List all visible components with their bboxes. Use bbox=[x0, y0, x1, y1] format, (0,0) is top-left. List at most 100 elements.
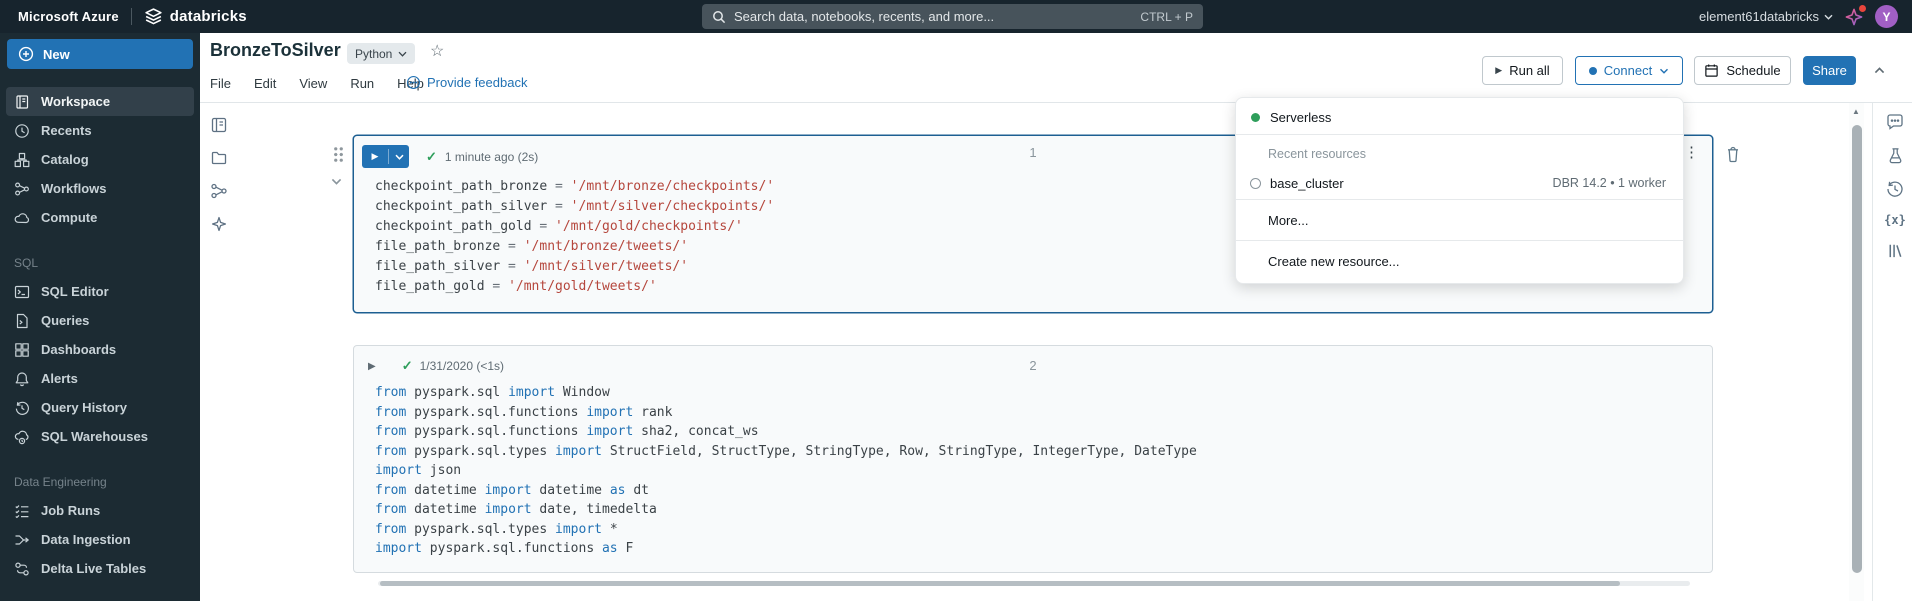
feedback-bubble-icon bbox=[406, 75, 421, 90]
run-cell-button[interactable]: ▶ bbox=[362, 145, 409, 168]
notebook-title[interactable]: BronzeToSilver bbox=[210, 40, 341, 61]
cell-run-status: 1 minute ago (2s) bbox=[445, 150, 538, 164]
sidebar-item-alerts[interactable]: Alerts bbox=[6, 364, 194, 393]
chevron-down-icon bbox=[1659, 68, 1669, 74]
run-all-button[interactable]: ▶ Run all bbox=[1482, 56, 1563, 85]
connect-button[interactable]: Connect bbox=[1575, 56, 1683, 85]
sidebar-item-workflows[interactable]: Workflows bbox=[6, 174, 194, 203]
history-icon bbox=[14, 400, 30, 416]
search-icon bbox=[712, 10, 726, 24]
sidebar-item-queries[interactable]: Queries bbox=[6, 306, 194, 335]
menu-item-base-cluster[interactable]: base_cluster DBR 14.2 • 1 worker bbox=[1236, 167, 1683, 199]
comments-icon[interactable] bbox=[1885, 112, 1905, 132]
sidebar-item-label: Compute bbox=[41, 210, 97, 225]
cell-collapse-caret[interactable] bbox=[331, 178, 342, 185]
cell-toolbar: ▶ ✓ 1/31/2020 (<1s) 2 bbox=[354, 346, 1712, 374]
language-selector[interactable]: Python bbox=[347, 43, 415, 64]
connect-dropdown: Serverless Recent resources base_cluster… bbox=[1235, 97, 1684, 284]
play-icon[interactable]: ▶ bbox=[368, 361, 376, 372]
horizontal-scrollbar[interactable] bbox=[378, 581, 1690, 586]
code-line[interactable]: import pyspark.sql.functions as F bbox=[375, 539, 1712, 559]
lineage-icon[interactable] bbox=[210, 182, 228, 200]
sidebar-item-job-runs[interactable]: Job Runs bbox=[6, 496, 194, 525]
share-button[interactable]: Share bbox=[1803, 56, 1856, 85]
play-icon[interactable]: ▶ bbox=[362, 151, 388, 162]
provide-feedback-link[interactable]: Provide feedback bbox=[406, 75, 527, 90]
sidebar-item-label: Workflows bbox=[41, 181, 107, 196]
sidebar-item-recents[interactable]: Recents bbox=[6, 116, 194, 145]
favorite-star-icon[interactable]: ☆ bbox=[430, 41, 444, 61]
chevron-down-icon bbox=[1824, 14, 1833, 20]
left-sidebar: New Workspace RecentsCatalog Workflows Comp… bbox=[0, 33, 200, 601]
serverless-status-dot bbox=[1251, 113, 1260, 122]
sidebar-item-workspace[interactable]: Workspace bbox=[6, 87, 194, 116]
menu-view[interactable]: View bbox=[299, 76, 327, 91]
right-rail: {x} bbox=[1878, 112, 1912, 260]
code-line[interactable]: import json bbox=[375, 461, 1712, 481]
sidebar-item-query-history[interactable]: Query History bbox=[6, 393, 194, 422]
scrollbar-thumb[interactable] bbox=[1852, 125, 1862, 573]
global-search-input[interactable]: Search data, notebooks, recents, and mor… bbox=[702, 4, 1203, 29]
menu-run[interactable]: Run bbox=[350, 76, 374, 91]
scrollbar-thumb[interactable] bbox=[380, 581, 1620, 586]
library-icon[interactable] bbox=[1886, 241, 1905, 260]
sidebar-item-catalog[interactable]: Catalog bbox=[6, 145, 194, 174]
notification-dot bbox=[1859, 5, 1866, 12]
sidebar-nav-sections: SQLSQL EditorQueriesDashboardsAlertsQuer… bbox=[0, 232, 200, 583]
code-line[interactable]: from pyspark.sql.functions import rank bbox=[375, 403, 1712, 423]
sqleditor-icon bbox=[14, 284, 30, 300]
version-history-icon[interactable] bbox=[1885, 179, 1905, 199]
menu-item-more[interactable]: More... bbox=[1236, 200, 1683, 240]
sidebar-item-sql-editor[interactable]: SQL Editor bbox=[6, 277, 194, 306]
vertical-scrollbar[interactable]: ▲ bbox=[1849, 103, 1864, 601]
code-line[interactable]: from datetime import datetime as dt bbox=[375, 481, 1712, 501]
azure-brand: Microsoft Azure bbox=[18, 9, 119, 24]
sidebar-item-dashboards[interactable]: Dashboards bbox=[6, 335, 194, 364]
variables-icon[interactable]: {x} bbox=[1884, 213, 1906, 227]
menu-item-serverless[interactable]: Serverless bbox=[1236, 100, 1683, 134]
cell-number: 2 bbox=[1029, 358, 1036, 373]
sidebar-item-sql-warehouses[interactable]: SQL Warehouses bbox=[6, 422, 194, 451]
code-line[interactable]: from pyspark.sql import Window bbox=[375, 383, 1712, 403]
user-avatar[interactable]: Y bbox=[1875, 5, 1898, 28]
sidebar-item-label: Workspace bbox=[41, 94, 110, 109]
sidebar-item-label: Dashboards bbox=[41, 342, 116, 357]
workspace-switcher[interactable]: element61databricks bbox=[1699, 9, 1833, 24]
sidebar-item-label: SQL Editor bbox=[41, 284, 109, 299]
table-of-contents-icon[interactable] bbox=[210, 116, 228, 134]
experiments-flask-icon[interactable] bbox=[1886, 146, 1905, 165]
cell-kebab-menu-icon[interactable]: ⋮ bbox=[1684, 143, 1699, 161]
sidebar-item-data-ingestion[interactable]: Data Ingestion bbox=[6, 525, 194, 554]
cluster-detail: DBR 14.2 • 1 worker bbox=[1553, 176, 1683, 190]
sidebar-item-compute[interactable]: Compute bbox=[6, 203, 194, 232]
assistant-icon[interactable] bbox=[210, 215, 228, 233]
menu-file[interactable]: File bbox=[210, 76, 231, 91]
assistant-sparkle-icon[interactable] bbox=[1844, 7, 1864, 27]
schedule-button[interactable]: Schedule bbox=[1694, 56, 1791, 85]
delete-cell-button[interactable] bbox=[1723, 144, 1743, 165]
radio-icon bbox=[1250, 178, 1261, 189]
code-editor[interactable]: from pyspark.sql import Windowfrom pyspa… bbox=[354, 383, 1712, 559]
success-check-icon: ✓ bbox=[402, 358, 413, 374]
new-button[interactable]: New bbox=[7, 39, 193, 69]
brand-divider bbox=[131, 8, 132, 25]
code-line[interactable]: from datetime import date, timedelta bbox=[375, 500, 1712, 520]
folder-icon[interactable] bbox=[210, 149, 228, 167]
code-line[interactable]: from pyspark.sql.types import * bbox=[375, 520, 1712, 540]
code-line[interactable]: from pyspark.sql.functions import sha2, … bbox=[375, 422, 1712, 442]
sidebar-section-label: Data Engineering bbox=[0, 451, 200, 496]
sidebar-item-delta-live-tables[interactable]: Delta Live Tables bbox=[6, 554, 194, 583]
sidebar-nav-main: Workspace RecentsCatalog Workflows Compute bbox=[0, 87, 200, 232]
collapse-header-button[interactable] bbox=[1866, 56, 1892, 85]
cell-drag-handle[interactable] bbox=[333, 146, 344, 163]
databricks-logo-icon bbox=[144, 7, 163, 26]
scroll-up-arrow[interactable]: ▲ bbox=[1852, 107, 1860, 116]
chevron-up-icon bbox=[1874, 67, 1885, 74]
run-options-chevron-icon[interactable] bbox=[389, 154, 409, 160]
warehouse-icon bbox=[14, 429, 30, 445]
notebook-cell-2[interactable]: ▶ ✓ 1/31/2020 (<1s) 2 from pyspark.sql i… bbox=[353, 345, 1713, 573]
sidebar-item-label: Delta Live Tables bbox=[41, 561, 146, 576]
menu-item-create-new-resource[interactable]: Create new resource... bbox=[1236, 241, 1683, 281]
code-line[interactable]: from pyspark.sql.types import StructFiel… bbox=[375, 442, 1712, 462]
menu-edit[interactable]: Edit bbox=[254, 76, 276, 91]
